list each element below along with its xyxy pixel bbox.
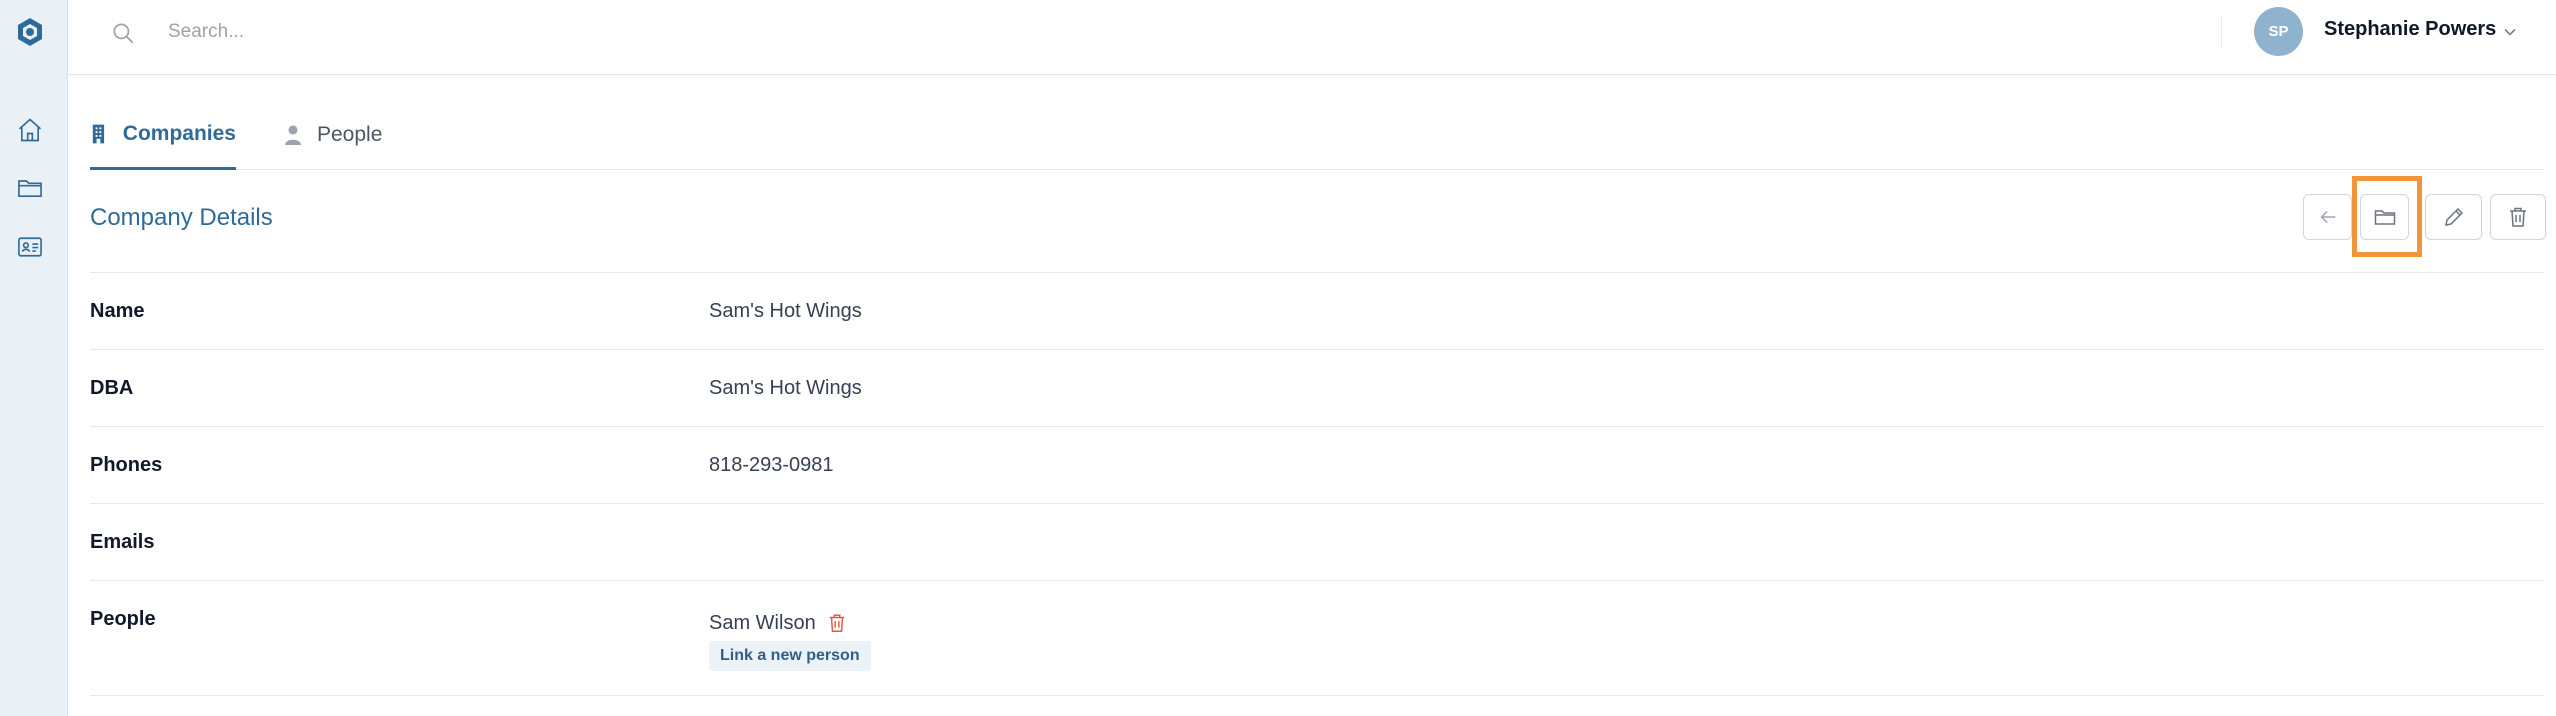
back-button[interactable] <box>2303 194 2352 240</box>
sidebar-item-home[interactable] <box>14 114 46 146</box>
app-logo-icon[interactable] <box>14 16 46 48</box>
divider <box>2221 16 2222 48</box>
avatar[interactable]: SP <box>2254 7 2303 56</box>
tab-label: People <box>317 123 383 146</box>
field-label: Emails <box>90 531 155 553</box>
sidebar <box>0 0 68 716</box>
link-person-button[interactable]: Link a new person <box>709 641 871 671</box>
field-label: People <box>90 608 156 630</box>
trash-icon <box>2510 207 2526 227</box>
field-label: DBA <box>90 377 134 399</box>
back-arrow-icon <box>2320 210 2335 224</box>
tab-bar: Companies People <box>90 100 2544 170</box>
field-row-name: Name Sam's Hot Wings <box>90 273 2544 350</box>
sidebar-item-contacts[interactable] <box>14 231 46 263</box>
field-label: Phones <box>90 454 163 476</box>
details-header: Company Details <box>90 170 2546 273</box>
page-title: Company Details <box>90 204 273 231</box>
open-folder-button[interactable] <box>2360 194 2409 240</box>
folder-icon <box>2374 210 2395 225</box>
person-icon <box>285 125 301 145</box>
building-icon <box>92 124 105 143</box>
field-row-phones: Phones 818-293-0981 <box>90 427 2544 504</box>
delete-button[interactable] <box>2490 194 2546 240</box>
person-name[interactable]: Sam Wilson <box>709 612 816 635</box>
folder-icon <box>18 180 42 197</box>
pencil-icon <box>2444 207 2463 226</box>
tab-companies[interactable]: Companies <box>90 100 236 170</box>
field-value: Sam's Hot Wings <box>709 377 862 399</box>
list-item: Sam Wilson <box>709 611 848 635</box>
contact-card-icon <box>18 237 42 257</box>
user-name[interactable]: Stephanie Powers <box>2324 18 2496 41</box>
top-bar: SP Stephanie Powers <box>68 0 2556 75</box>
search-input[interactable] <box>168 14 1068 50</box>
field-value: Sam's Hot Wings <box>709 300 862 322</box>
sidebar-item-files[interactable] <box>14 172 46 204</box>
trash-icon[interactable] <box>826 611 848 635</box>
tab-label: Companies <box>122 121 236 145</box>
field-label: Name <box>90 300 145 322</box>
field-value: 818-293-0981 <box>709 454 834 476</box>
search-icon <box>110 20 136 46</box>
chevron-down-icon[interactable] <box>2500 22 2520 42</box>
field-row-emails: Emails <box>90 504 2544 581</box>
field-row-dba: DBA Sam's Hot Wings <box>90 350 2544 427</box>
field-row-people: People Sam Wilson Link a new person <box>90 581 2544 696</box>
home-icon <box>18 118 42 142</box>
tab-people[interactable]: People <box>283 100 382 170</box>
edit-button[interactable] <box>2425 194 2482 240</box>
